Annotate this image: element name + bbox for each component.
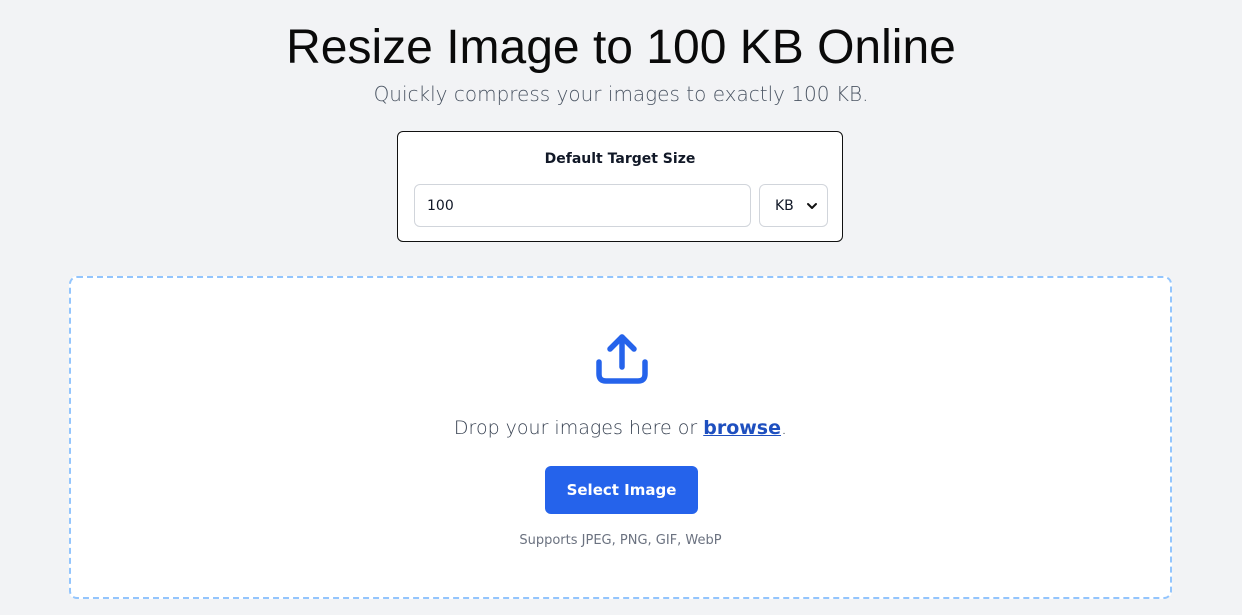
target-size-label: Default Target Size	[544, 151, 696, 167]
image-dropzone[interactable]: Drop your images here or browse. Select …	[69, 276, 1172, 599]
unit-select[interactable]: KB	[759, 184, 828, 227]
supported-formats-text: Supports JPEG, PNG, GIF, WebP	[519, 533, 722, 548]
select-image-button[interactable]: Select Image	[545, 466, 698, 514]
target-size-input[interactable]	[414, 184, 751, 227]
chevron-down-icon	[807, 203, 817, 209]
page-subtitle: Quickly compress your images to exactly …	[373, 82, 869, 106]
dropzone-text-end: .	[781, 417, 788, 439]
browse-link[interactable]: browse	[703, 417, 781, 439]
dropzone-instructions: Drop your images here or browse.	[71, 415, 1170, 441]
unit-select-value: KB	[775, 197, 794, 214]
dropzone-text: Drop your images here or	[453, 417, 704, 439]
page: Resize Image to 100 KB Online Quickly co…	[0, 0, 1242, 615]
upload-icon	[596, 334, 648, 384]
target-size-card: Default Target Size KB	[397, 131, 843, 242]
page-title: Resize Image to 100 KB Online	[286, 21, 956, 74]
